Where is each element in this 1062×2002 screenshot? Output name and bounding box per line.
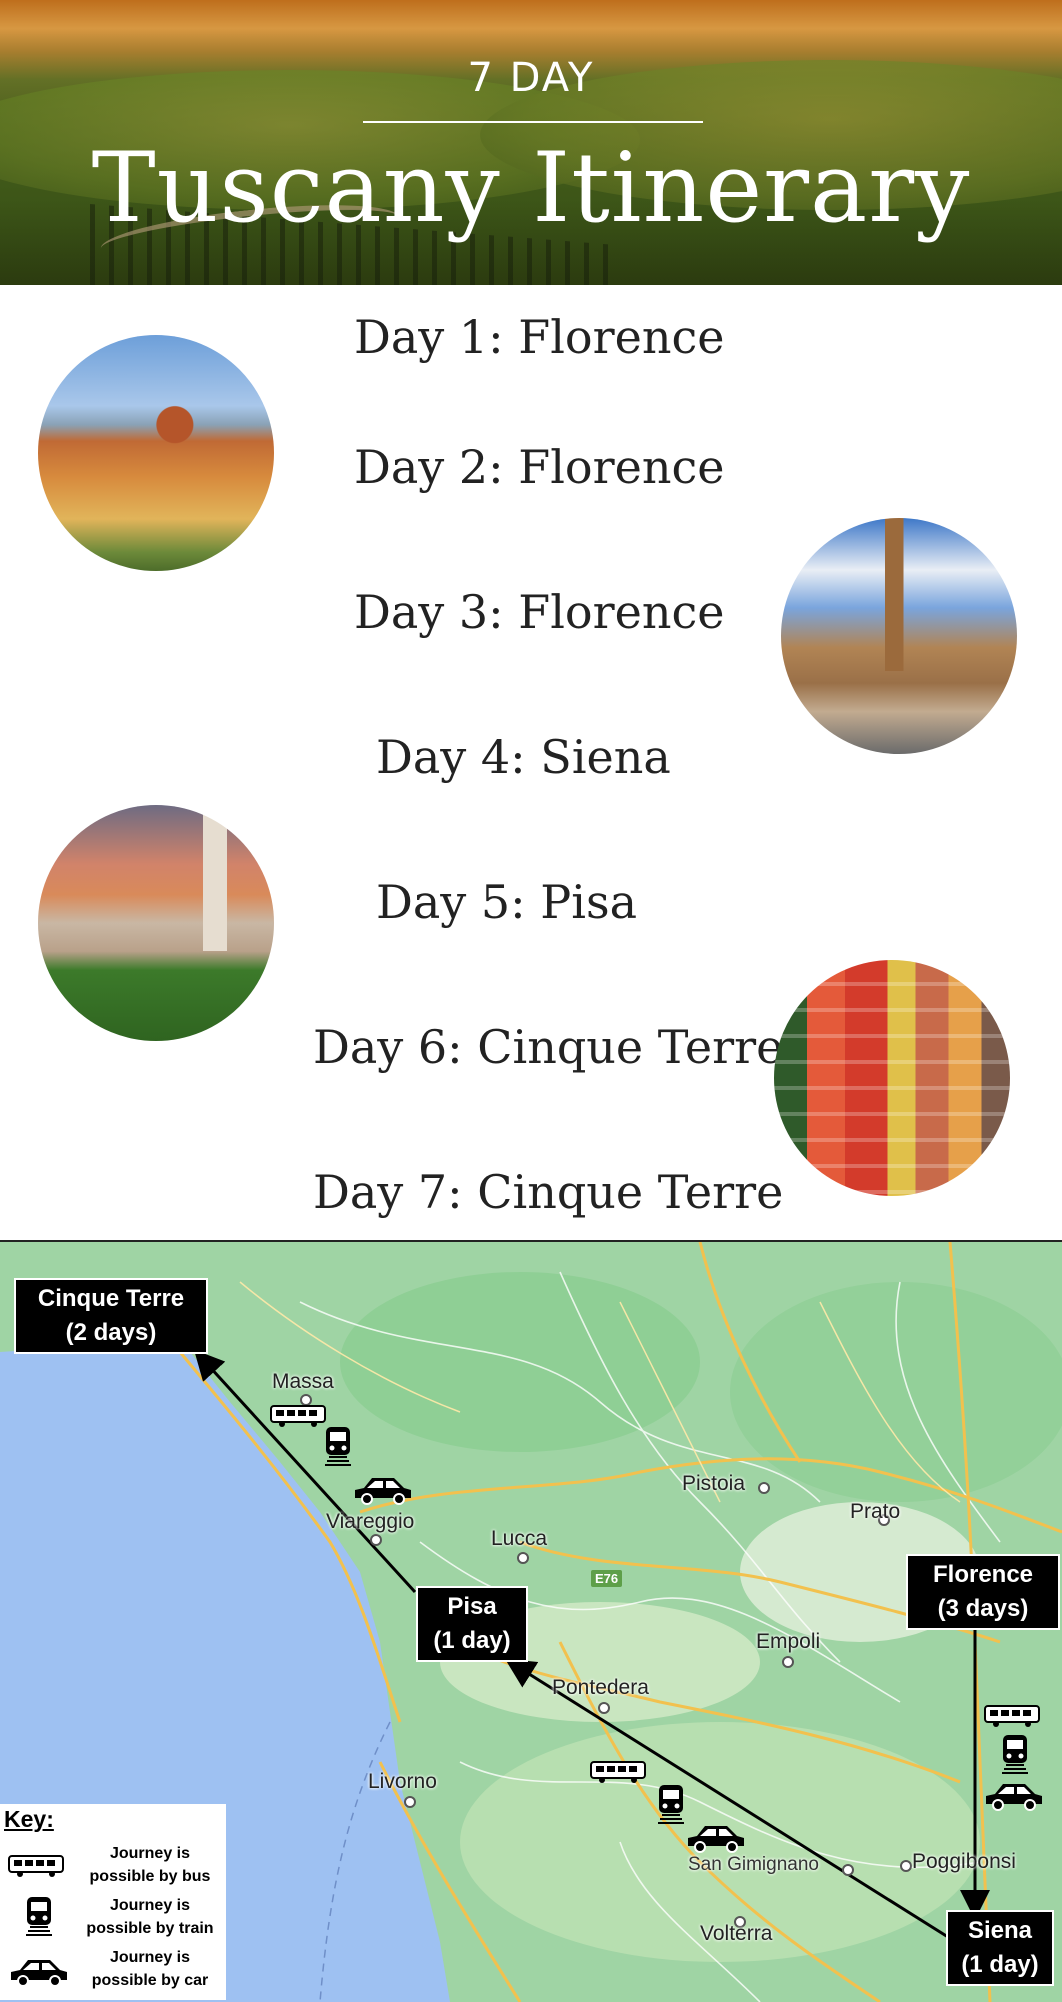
- cinque-terre-photo: [774, 960, 1010, 1196]
- callout-cinque-terre: Cinque Terre (2 days): [14, 1278, 208, 1354]
- town-prato: Prato: [850, 1500, 901, 1523]
- town-poggibonsi: Poggibonsi: [912, 1850, 1016, 1873]
- key-label-car: Journey is possible by car: [91, 1949, 209, 1989]
- day-7: Day 7: Cinque Terre: [313, 1165, 784, 1219]
- callout-pisa: Pisa (1 day): [416, 1586, 528, 1662]
- callout-florence: Florence (3 days): [906, 1554, 1060, 1630]
- town-lucca: Lucca: [491, 1527, 548, 1550]
- bus-icon: [8, 1855, 64, 1877]
- town-massa: Massa: [272, 1370, 334, 1393]
- pisa-photo: [38, 805, 274, 1041]
- key-item-car: Journey is possible by car: [0, 1946, 226, 1996]
- bus-icon: [270, 1405, 326, 1427]
- callout-siena: Siena (1 day): [946, 1910, 1054, 1986]
- car-icon: [986, 1784, 1042, 1811]
- train-icon: [325, 1427, 351, 1466]
- car-icon: [355, 1478, 411, 1505]
- train-icon: [26, 1897, 52, 1936]
- town-san-gimignano: San Gimignano: [688, 1854, 819, 1875]
- map-key: Key: Journey is possible by bus Journey …: [0, 1804, 226, 2000]
- key-label-bus: Journey is possible by bus: [89, 1845, 211, 1885]
- day-5: Day 5: Pisa: [376, 875, 637, 929]
- key-title: Key:: [4, 1806, 54, 1832]
- day-3: Day 3: Florence: [354, 585, 725, 639]
- town-livorno: Livorno: [368, 1770, 437, 1793]
- header-subtitle: 7 DAY: [467, 55, 595, 101]
- town-pistoia: Pistoia: [682, 1472, 746, 1495]
- day-1: Day 1: Florence: [354, 310, 725, 364]
- town-pontedera: Pontedera: [552, 1676, 649, 1699]
- road-shield-e76: E76: [591, 1570, 623, 1587]
- town-viareggio: Viareggio: [326, 1510, 415, 1533]
- key-label-train: Journey is possible by train: [86, 1897, 214, 1937]
- header-banner: 7 DAY Tuscany Itinerary: [0, 0, 1062, 285]
- day-4: Day 4: Siena: [376, 730, 671, 784]
- florence-photo: [38, 335, 274, 571]
- car-icon: [688, 1826, 744, 1853]
- key-item-train: Journey is possible by train: [0, 1894, 226, 1944]
- bus-icon: [590, 1761, 646, 1783]
- train-icon: [1002, 1735, 1028, 1774]
- town-volterra: Volterra: [700, 1922, 773, 1945]
- bus-icon: [984, 1705, 1040, 1727]
- page-title: Tuscany Itinerary: [91, 132, 971, 244]
- train-icon: [658, 1785, 684, 1824]
- header-divider: [363, 121, 703, 123]
- town-empoli: Empoli: [756, 1630, 821, 1653]
- siena-photo: [781, 518, 1017, 754]
- day-6: Day 6: Cinque Terre: [313, 1020, 784, 1074]
- car-icon: [11, 1960, 67, 1987]
- key-item-bus: Journey is possible by bus: [0, 1842, 226, 1892]
- day-2: Day 2: Florence: [354, 440, 725, 494]
